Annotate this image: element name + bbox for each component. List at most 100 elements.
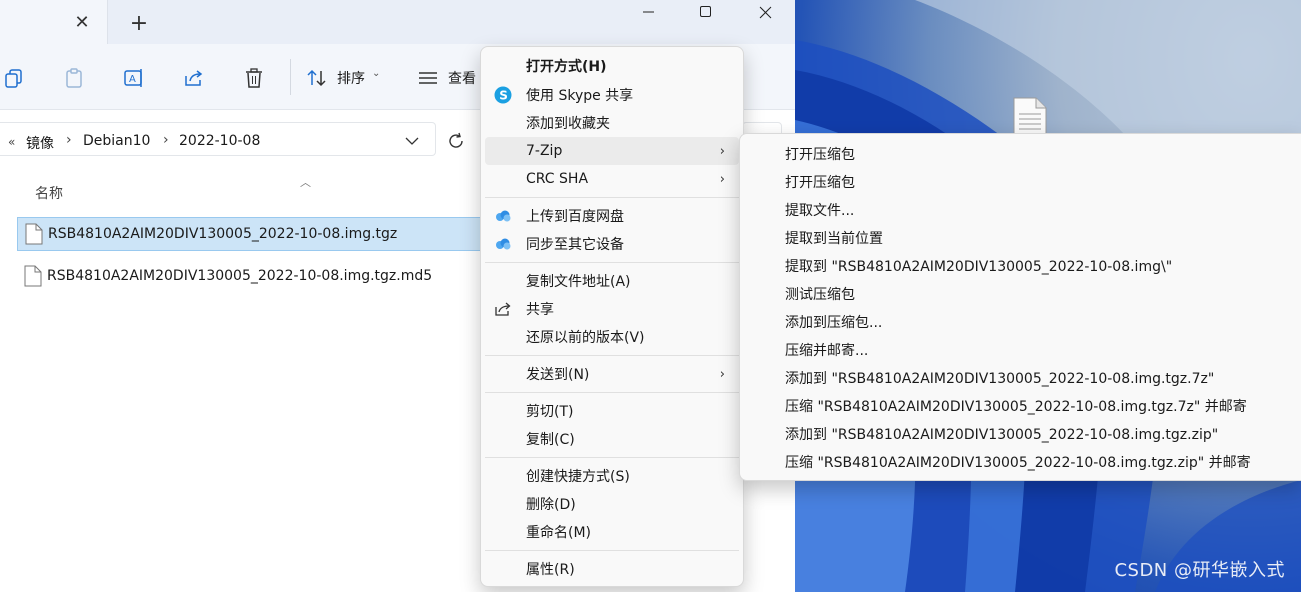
menu-item-share[interactable]: 共享 [485,295,739,323]
submenu-item-label: 打开压缩包 [785,175,855,191]
menu-item-upload-baidu[interactable]: 上传到百度网盘 [485,202,739,230]
new-tab-button[interactable]: + [124,9,154,37]
menu-separator [485,392,739,393]
file-icon [24,265,42,287]
menu-item-label: 属性(R) [526,562,575,578]
breadcrumb-item[interactable]: 镜像 [26,133,54,153]
desktop-file-icon[interactable] [1010,96,1050,136]
file-row[interactable]: RSB4810A2AIM20DIV130005_2022-10-08.img.t… [17,217,487,251]
submenu-item-label: 提取到 "RSB4810A2AIM20DIV130005_2022-10-08.… [785,259,1173,275]
menu-item-properties[interactable]: 属性(R) [485,555,739,583]
menu-item-label: 上传到百度网盘 [526,209,624,225]
menu-item-send-to[interactable]: 发送到(N) › [485,360,739,388]
breadcrumb-separator: › [66,132,72,148]
submenu-item-label: 添加到压缩包... [785,315,883,331]
copy-icon[interactable] [0,64,28,92]
menu-separator [485,550,739,551]
menu-item-7zip[interactable]: 7-Zip › [485,137,739,165]
menu-item-label: 复制文件地址(A) [526,274,631,290]
chevron-right-icon: › [719,366,725,382]
submenu-item-compress-and-email[interactable]: 压缩并邮寄... [744,336,1300,364]
submenu-item-open-archive-2[interactable]: 打开压缩包 [744,168,1300,196]
menu-item-label: 剪切(T) [526,404,574,420]
column-header-name[interactable]: 名称 [35,183,63,203]
sort-icon[interactable] [303,64,331,92]
chevron-right-icon: › [719,143,725,159]
submenu-item-label: 压缩 "RSB4810A2AIM20DIV130005_2022-10-08.i… [785,399,1247,415]
close-icon [759,6,771,18]
submenu-item-label: 压缩 "RSB4810A2AIM20DIV130005_2022-10-08.i… [785,455,1251,471]
context-menu: 打开方式(H) S 使用 Skype 共享 添加到收藏夹 7-Zip › CRC… [480,46,744,587]
tab-close-icon[interactable]: ✕ [70,10,94,34]
file-row[interactable]: RSB4810A2AIM20DIV130005_2022-10-08.img.t… [17,259,487,293]
maximize-icon [700,6,711,17]
7zip-submenu: 打开压缩包 打开压缩包 提取文件... 提取到当前位置 提取到 "RSB4810… [739,133,1301,481]
maximize-button[interactable] [677,0,735,24]
address-history-chevron-icon[interactable] [405,134,419,150]
submenu-item-extract-files[interactable]: 提取文件... [744,196,1300,224]
breadcrumb-item[interactable]: Debian10 [83,133,150,149]
title-bar: ✕ + [0,0,795,44]
close-window-button[interactable] [736,0,794,24]
menu-separator [485,457,739,458]
submenu-item-open-archive[interactable]: 打开压缩包 [744,140,1300,168]
submenu-item-extract-to-folder[interactable]: 提取到 "RSB4810A2AIM20DIV130005_2022-10-08.… [744,252,1300,280]
watermark: CSDN @研华嵌入式 [1114,560,1285,581]
menu-item-label: 使用 Skype 共享 [526,88,634,104]
refresh-icon[interactable] [447,132,465,154]
paste-icon[interactable] [60,64,88,92]
menu-item-label: 重命名(M) [526,525,592,541]
sort-ascending-icon: ︿ [300,176,311,189]
menu-item-restore-versions[interactable]: 还原以前的版本(V) [485,323,739,351]
breadcrumb-overflow[interactable]: « [8,135,15,149]
menu-item-label: 添加到收藏夹 [526,116,610,132]
baidu-cloud-icon [493,234,513,254]
svg-text:S: S [499,89,508,103]
submenu-item-label: 压缩并邮寄... [785,343,869,359]
menu-item-copy[interactable]: 复制(C) [485,425,739,453]
submenu-item-label: 提取文件... [785,203,855,219]
menu-item-create-shortcut[interactable]: 创建快捷方式(S) [485,462,739,490]
menu-item-label: 同步至其它设备 [526,237,624,253]
menu-item-skype-share[interactable]: S 使用 Skype 共享 [485,81,739,109]
baidu-cloud-icon [493,206,513,226]
submenu-item-label: 测试压缩包 [785,287,855,303]
breadcrumb-separator: › [163,132,169,148]
submenu-item-label: 添加到 "RSB4810A2AIM20DIV130005_2022-10-08.… [785,371,1215,387]
menu-item-open-with[interactable]: 打开方式(H) [485,52,739,80]
view-icon[interactable] [414,64,442,92]
menu-item-rename[interactable]: 重命名(M) [485,518,739,546]
file-icon [25,223,43,245]
submenu-item-add-to-archive[interactable]: 添加到压缩包... [744,308,1300,336]
minimize-button[interactable] [620,0,678,24]
rename-icon[interactable]: A [120,64,148,92]
sort-label[interactable]: 排序 [337,68,365,88]
submenu-item-label: 添加到 "RSB4810A2AIM20DIV130005_2022-10-08.… [785,427,1219,443]
menu-separator [485,262,739,263]
submenu-item-test-archive[interactable]: 测试压缩包 [744,280,1300,308]
menu-item-copy-path[interactable]: 复制文件地址(A) [485,267,739,295]
submenu-item-compress-zip-email[interactable]: 压缩 "RSB4810A2AIM20DIV130005_2022-10-08.i… [744,448,1300,476]
minimize-icon [643,11,654,13]
submenu-item-compress-7z-email[interactable]: 压缩 "RSB4810A2AIM20DIV130005_2022-10-08.i… [744,392,1300,420]
menu-item-delete[interactable]: 删除(D) [485,490,739,518]
submenu-item-add-to-7z[interactable]: 添加到 "RSB4810A2AIM20DIV130005_2022-10-08.… [744,364,1300,392]
skype-icon: S [493,85,513,105]
menu-item-sync-devices[interactable]: 同步至其它设备 [485,230,739,258]
submenu-item-add-to-zip[interactable]: 添加到 "RSB4810A2AIM20DIV130005_2022-10-08.… [744,420,1300,448]
tab-current[interactable]: ✕ [0,0,108,44]
menu-item-label: 还原以前的版本(V) [526,330,645,346]
menu-item-label: 7-Zip [526,143,563,159]
view-label[interactable]: 查看 [448,68,476,88]
submenu-item-label: 提取到当前位置 [785,231,883,247]
toolbar-divider [290,59,291,95]
breadcrumb-item[interactable]: 2022-10-08 [179,133,260,149]
menu-item-label: CRC SHA [526,171,589,187]
menu-item-cut[interactable]: 剪切(T) [485,397,739,425]
menu-item-add-to-favorites[interactable]: 添加到收藏夹 [485,109,739,137]
share-icon[interactable] [180,64,208,92]
delete-icon[interactable] [240,64,268,92]
submenu-item-extract-here[interactable]: 提取到当前位置 [744,224,1300,252]
menu-item-crc-sha[interactable]: CRC SHA › [485,165,739,193]
file-name: RSB4810A2AIM20DIV130005_2022-10-08.img.t… [48,226,398,242]
